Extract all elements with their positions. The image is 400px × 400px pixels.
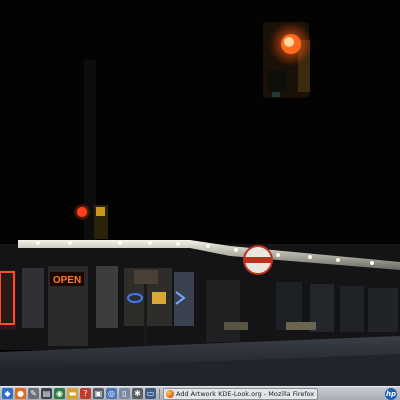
open-sign-text: OPEN <box>53 275 81 286</box>
quick-launch: ◆ ● ✎ ▤ ◉ ▬? ▣ ◎ ▯ ✱ ▭ <box>0 388 156 399</box>
network-icon[interactable]: ◎ <box>106 388 117 399</box>
monitor-icon[interactable]: ▭ <box>145 388 156 399</box>
street-sign <box>134 270 158 284</box>
night-diner-photo: OPEN <box>0 0 400 386</box>
shell-icon[interactable]: ▣ <box>93 388 104 399</box>
taskbar-separator <box>159 388 160 399</box>
kde-taskbar: ◆ ● ✎ ▤ ◉ ▬? ▣ ◎ ▯ ✱ ▭ Add Artwork KDE-Look.org - … <box>0 386 400 400</box>
diner-round-sign <box>243 245 273 275</box>
kde-menu-icon[interactable]: ◆ <box>2 388 13 399</box>
bench-left <box>224 322 248 330</box>
desktop-wallpaper: OPEN <box>0 0 400 386</box>
firefox-icon <box>166 389 174 398</box>
help-icon[interactable]: ? <box>80 388 91 399</box>
traffic-light-large <box>263 22 313 98</box>
media-icon[interactable]: ◉ <box>54 388 65 399</box>
settings-icon[interactable]: ✱ <box>132 388 143 399</box>
open-neon-sign: OPEN <box>50 272 84 286</box>
taskbar-window-title: Add Artwork KDE-Look.org - Mozilla Firef… <box>176 389 315 398</box>
firefox-icon[interactable]: ● <box>15 388 26 399</box>
taskbar-window-button[interactable]: Add Artwork KDE-Look.org - Mozilla Firef… <box>163 387 319 400</box>
hp-logo-icon[interactable]: hp <box>385 387 397 400</box>
bench-right <box>286 322 316 330</box>
document-icon[interactable]: ▯ <box>119 388 130 399</box>
folder-icon[interactable]: ▬ <box>67 388 78 399</box>
pen-icon[interactable]: ✎ <box>28 388 39 399</box>
terminal-icon[interactable]: ▤ <box>41 388 52 399</box>
